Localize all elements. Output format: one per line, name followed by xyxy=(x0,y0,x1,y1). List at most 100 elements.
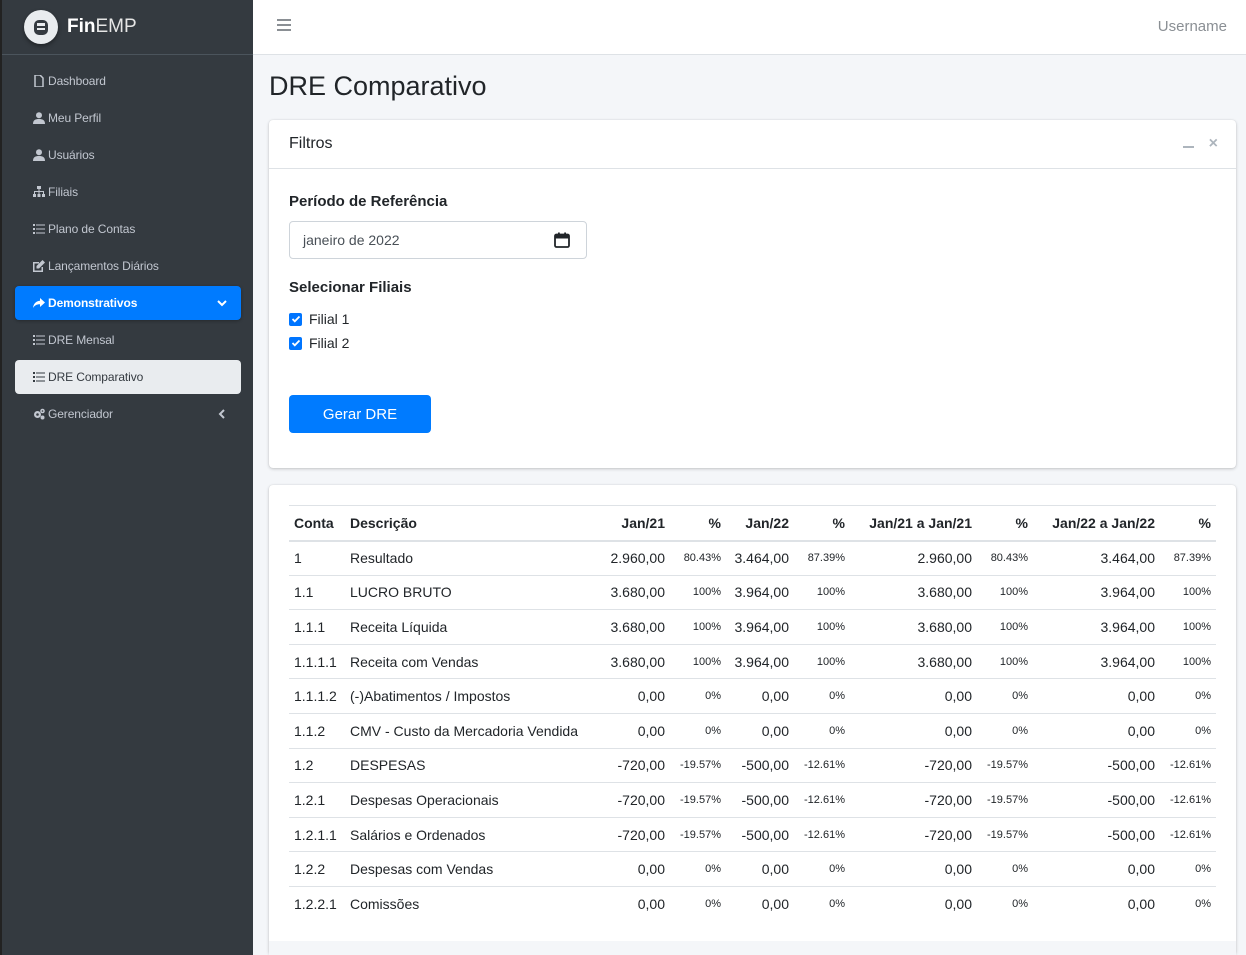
percent-cell: 0% xyxy=(977,678,1033,714)
sidebar-item-usuarios[interactable]: Usuários xyxy=(15,138,241,172)
value-cell: 3.680,00 xyxy=(850,609,977,645)
top-navbar: Username xyxy=(253,0,1246,55)
account-code-cell: 1.1.2 xyxy=(289,712,345,749)
percent-cell: 100% xyxy=(1160,643,1216,679)
percent-cell: 0% xyxy=(1160,678,1216,714)
filters-card-title: Filtros xyxy=(289,135,333,152)
description-cell: Receita com Vendas xyxy=(345,643,598,679)
description-cell: DESPESAS xyxy=(345,747,598,783)
account-code-cell: 1 xyxy=(289,540,345,576)
account-code-cell: 1.1.1.2 xyxy=(289,678,345,714)
user-icon xyxy=(32,112,45,125)
branch-checkbox-1[interactable]: Filial 1 xyxy=(289,311,349,327)
checkbox-checked-icon[interactable] xyxy=(289,336,302,350)
percent-cell: -12.61% xyxy=(794,816,850,852)
value-cell: 3.964,00 xyxy=(726,643,794,679)
percent-cell: 0% xyxy=(670,678,726,714)
table-row: 1.2.2.1 Comissões 0,00 0% 0,00 0% 0,00 0% 0,00 0% xyxy=(289,885,1216,922)
sidebar-item-dre-comparativo[interactable]: DRE Comparativo xyxy=(15,360,241,394)
sidebar-item-demonstrativos[interactable]: Demonstrativos xyxy=(15,286,241,320)
period-date-input[interactable]: janeiro de 2022 xyxy=(289,221,587,259)
sidebar-item-gerenciador[interactable]: Gerenciador xyxy=(15,397,241,431)
percent-cell: 100% xyxy=(670,574,726,610)
menu-toggle-icon[interactable] xyxy=(277,19,291,33)
percent-cell: 0% xyxy=(977,851,1033,887)
value-cell: 3.680,00 xyxy=(850,643,977,679)
value-cell: -720,00 xyxy=(850,747,977,783)
column-header: Conta xyxy=(289,505,345,542)
close-icon[interactable]: × xyxy=(1209,136,1218,152)
table-row: 1 Resultado 2.960,00 80.43% 3.464,00 87.39% 2.… xyxy=(289,540,1216,576)
value-cell: -720,00 xyxy=(598,747,670,783)
value-cell: 0,00 xyxy=(1033,885,1160,922)
value-cell: 3.680,00 xyxy=(850,574,977,610)
account-code-cell: 1.2.1.1 xyxy=(289,816,345,852)
value-cell: 0,00 xyxy=(1033,678,1160,714)
sidebar-item-dre-mensal[interactable]: DRE Mensal xyxy=(15,323,241,357)
percent-cell: -19.57% xyxy=(977,816,1033,852)
account-code-cell: 1.2 xyxy=(289,747,345,783)
username-link[interactable]: Username xyxy=(1158,18,1227,35)
account-code-cell: 1.2.2 xyxy=(289,851,345,887)
percent-cell: 0% xyxy=(794,851,850,887)
percent-cell: 100% xyxy=(794,574,850,610)
value-cell: 3.680,00 xyxy=(598,574,670,610)
percent-cell: -12.61% xyxy=(1160,816,1216,852)
percent-cell: -12.61% xyxy=(794,782,850,818)
generate-dre-button[interactable]: Gerar DRE xyxy=(289,395,431,433)
value-cell: 0,00 xyxy=(850,712,977,749)
sidebar-item-dashboard[interactable]: Dashboard xyxy=(15,64,241,98)
column-header: Jan/22 a Jan/22 xyxy=(1033,505,1160,542)
sidebar-item-label: Lançamentos Diários xyxy=(48,259,159,273)
sidebar-item-filiais[interactable]: Filiais xyxy=(15,175,241,209)
table-row: 1.1.2 CMV - Custo da Mercadoria Vendida 0,… xyxy=(289,712,1216,749)
value-cell: 0,00 xyxy=(850,851,977,887)
sidebar: FinEMP Dashboard Meu Perfil Usuários Fil… xyxy=(0,0,253,955)
branch-checkbox-2[interactable]: Filial 2 xyxy=(289,335,349,351)
value-cell: -500,00 xyxy=(726,782,794,818)
brand-logo-icon xyxy=(24,10,58,44)
description-cell: Salários e Ordenados xyxy=(345,816,598,852)
value-cell: 3.680,00 xyxy=(598,643,670,679)
value-cell: 3.464,00 xyxy=(1033,540,1160,576)
sidebar-item-plano-de-contas[interactable]: Plano de Contas xyxy=(15,212,241,246)
account-code-cell: 1.2.2.1 xyxy=(289,885,345,922)
filters-card: Filtros × Período de Referência janeiro … xyxy=(269,120,1236,468)
period-date-value: janeiro de 2022 xyxy=(303,232,400,248)
value-cell: -500,00 xyxy=(726,747,794,783)
description-cell: Comissões xyxy=(345,885,598,922)
sidebar-item-meu-perfil[interactable]: Meu Perfil xyxy=(15,101,241,135)
value-cell: 3.964,00 xyxy=(1033,574,1160,610)
column-header: % xyxy=(1160,505,1216,542)
description-cell: LUCRO BRUTO xyxy=(345,574,598,610)
value-cell: 0,00 xyxy=(726,885,794,922)
percent-cell: 100% xyxy=(977,609,1033,645)
description-cell: Receita Líquida xyxy=(345,609,598,645)
sidebar-item-label: Demonstrativos xyxy=(48,296,138,310)
value-cell: -720,00 xyxy=(850,816,977,852)
table-row: 1.2.1.1 Salários e Ordenados -720,00 -19.57… xyxy=(289,816,1216,852)
percent-cell: 100% xyxy=(794,609,850,645)
checkbox-checked-icon[interactable] xyxy=(289,312,302,326)
chevron-left-icon xyxy=(217,408,227,419)
percent-cell: 80.43% xyxy=(977,540,1033,576)
brand-link[interactable]: FinEMP xyxy=(2,0,253,55)
value-cell: 0,00 xyxy=(598,885,670,922)
column-header: % xyxy=(670,505,726,542)
percent-cell: -12.61% xyxy=(1160,782,1216,818)
percent-cell: 100% xyxy=(1160,609,1216,645)
account-code-cell: 1.2.1 xyxy=(289,782,345,818)
collapse-icon[interactable] xyxy=(1182,146,1194,148)
percent-cell: 0% xyxy=(794,885,850,922)
branch-label: Filial 1 xyxy=(309,311,350,327)
percent-cell: 87.39% xyxy=(794,540,850,576)
description-cell: Resultado xyxy=(345,540,598,576)
value-cell: -500,00 xyxy=(1033,816,1160,852)
description-cell: (-)Abatimentos / Impostos xyxy=(345,678,598,714)
card-footer xyxy=(269,941,1236,955)
calendar-icon[interactable] xyxy=(554,232,570,248)
table-header-row: Conta Descrição Jan/21 % Jan/22 % Jan/21… xyxy=(289,505,1216,542)
value-cell: -500,00 xyxy=(1033,782,1160,818)
sidebar-item-lancamentos-diarios[interactable]: Lançamentos Diários xyxy=(15,249,241,283)
cogs-icon xyxy=(32,408,45,421)
